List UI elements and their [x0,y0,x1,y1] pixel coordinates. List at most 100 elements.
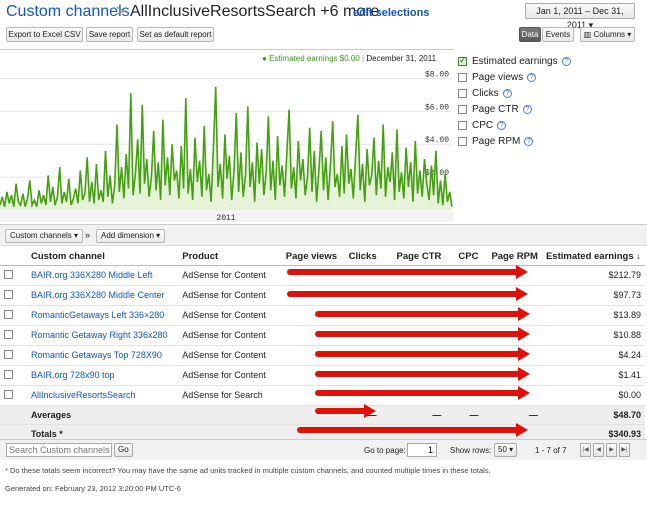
add-dimension-button[interactable]: Add dimension ▾ [96,229,166,243]
breadcrumb-custom-channels[interactable]: Custom channels [6,3,130,21]
legend-date: December 31, 2011 [366,54,437,63]
averages-clicks: — [341,405,381,425]
rows-per-page-select[interactable]: 50 ▾ [494,443,518,457]
table-row: RomanticGetaways Left 336×280 AdSense fo… [0,305,645,326]
metric-label: Estimated earnings [472,55,558,67]
channel-link[interactable]: AllInclusiveResortsSearch [26,385,179,406]
checkbox-cpc[interactable] [458,120,467,130]
earnings-cell: $1.41 [541,365,645,386]
last-page-icon[interactable]: ▶| [619,443,630,457]
tab-data[interactable]: Data [519,27,541,42]
checkbox-estimated-earnings[interactable] [458,55,467,66]
save-report-button[interactable]: Save report [86,27,133,42]
product-cell: AdSense for Content [178,345,278,366]
pagination-range: 1 - 7 of 7 [535,446,567,455]
metric-page-views[interactable]: Page views ? [458,70,537,84]
breadcrumb-separator: > [116,3,126,20]
checkbox-clicks[interactable] [458,88,467,98]
row-checkbox[interactable] [4,269,13,279]
table-controls: Custom channels ▾ » Add dimension ▾ [0,224,647,246]
metric-label: Page RPM [472,135,521,147]
channel-link[interactable]: BAIR.org 336X280 Middle Left [26,265,179,286]
table-row: Romantic Getaway Right 336x280 AdSense f… [0,325,645,346]
averages-ctr: — [380,405,446,425]
row-checkbox[interactable] [4,289,13,299]
redacted-cells [277,345,542,366]
checkbox-page-views[interactable] [458,72,467,82]
header-custom-channel[interactable]: Custom channel [26,248,179,266]
row-checkbox[interactable] [4,389,13,399]
channel-link[interactable]: Romantic Getaway Right 336x280 [26,325,179,346]
next-page-icon[interactable]: ▶ [606,443,617,457]
channel-link[interactable]: BAIR.org 728x90 top [26,365,179,386]
table-footer: Go Go to page: Show rows: 50 ▾ 1 - 7 of … [0,439,647,460]
earnings-line-chart: $8.00$6.00$4.00$2.00$0.002011 [0,70,454,223]
show-rows-label: Show rows: [450,446,492,455]
metric-estimated-earnings[interactable]: Estimated earnings ? [458,54,571,68]
help-icon[interactable]: ? [527,72,537,82]
set-default-report-button[interactable]: Set as default report [137,27,214,42]
legend-metric: Estimated earnings $0.00 [269,54,360,63]
checkbox-page-ctr[interactable] [458,104,467,114]
export-csv-button[interactable]: Export to Excel CSV [6,27,83,42]
row-checkbox[interactable] [4,329,13,339]
table-row: BAIR.org 336X280 Middle Left AdSense for… [0,265,645,286]
metric-label: CPC [472,119,494,131]
go-to-page-label: Go to page: [364,446,406,455]
search-channels-input[interactable] [6,443,112,457]
page-number-input[interactable] [407,443,437,457]
header-product[interactable]: Product [178,248,278,266]
header-page-ctr[interactable]: Page CTR [380,248,446,266]
metric-page-ctr[interactable]: Page CTR ? [458,102,532,116]
checkbox-page-rpm[interactable] [458,136,467,146]
help-icon[interactable]: ? [524,136,534,146]
row-checkbox[interactable] [4,309,13,319]
header-cpc[interactable]: CPC [445,248,483,266]
metric-label: Clicks [472,87,499,99]
header-clicks[interactable]: Clicks [341,248,381,266]
prev-page-icon[interactable]: ◀ [593,443,604,457]
channel-link[interactable]: BAIR.org 336X280 Middle Center [26,285,179,306]
product-cell: AdSense for Content [178,305,278,326]
table-row: Romantic Getaways Top 728X90 AdSense for… [0,345,645,366]
averages-row: Averages — — — — $48.70 [0,405,645,425]
first-page-icon[interactable]: |◀ [580,443,591,457]
header-page-rpm[interactable]: Page RPM [482,248,542,266]
earnings-chart: $8.00$6.00$4.00$2.00$0.002011 ● Estimate… [0,49,454,223]
metric-clicks[interactable]: Clicks ? [458,86,512,100]
dimension-arrows: » [85,230,91,240]
redacted-cells [277,305,542,326]
row-checkbox[interactable] [4,369,13,379]
row-checkbox[interactable] [4,349,13,359]
chart-legend: ● Estimated earnings $0.00 | December 31… [262,54,437,63]
metric-label: Page views [472,71,524,83]
redacted-cells [277,265,542,286]
search-go-button[interactable]: Go [114,443,133,457]
help-icon[interactable]: ? [502,88,512,98]
header-page-views[interactable]: Page views [277,248,341,266]
averages-label: Averages [26,405,179,425]
header-estimated-earnings[interactable]: Estimated earnings ↓ [541,248,645,266]
totals-note: * Do these totals seem incorrect? You ma… [5,466,491,475]
dimension-select[interactable]: Custom channels ▾ [5,229,84,243]
averages-earnings: $48.70 [541,405,645,425]
earnings-cell: $4.24 [541,345,645,366]
metric-page-rpm[interactable]: Page RPM ? [458,134,534,148]
channel-link[interactable]: Romantic Getaways Top 728X90 [26,345,179,366]
tab-events[interactable]: Events [542,27,574,42]
channel-link[interactable]: RomanticGetaways Left 336×280 [26,305,179,326]
redacted-cells [277,325,542,346]
help-icon[interactable]: ? [561,56,571,66]
page-header: Custom channels > AllInclusiveResortsSea… [0,0,647,30]
redacted-cells [277,365,542,386]
product-cell: AdSense for Search [178,385,278,406]
legend-separator: | [362,54,365,63]
date-range-selector[interactable]: Jan 1, 2011 – Dec 31, 2011 ▾ [525,3,635,30]
edit-selections-link[interactable]: edit selections [353,7,429,19]
columns-button[interactable]: ▥ Columns ▾ [580,27,635,42]
report-table: Custom channel Product Page views Clicks… [0,248,645,444]
metric-cpc[interactable]: CPC ? [458,118,507,132]
table-row: AllInclusiveResortsSearch AdSense for Se… [0,385,645,406]
help-icon[interactable]: ? [497,120,507,130]
help-icon[interactable]: ? [522,104,532,114]
